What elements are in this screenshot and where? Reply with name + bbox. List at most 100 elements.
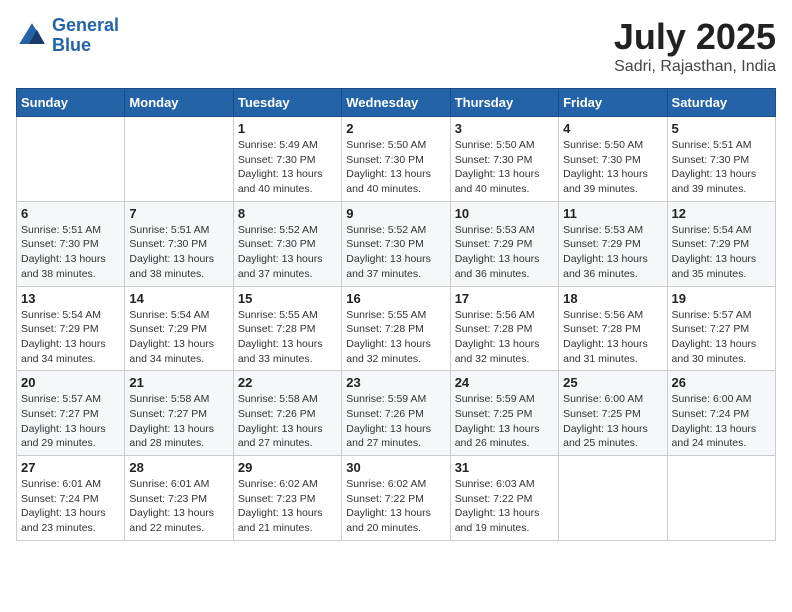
- day-number: 18: [563, 291, 662, 306]
- day-info: Sunrise: 6:02 AM Sunset: 7:23 PM Dayligh…: [238, 477, 337, 536]
- day-cell: 29Sunrise: 6:02 AM Sunset: 7:23 PM Dayli…: [233, 456, 341, 541]
- header-row: SundayMondayTuesdayWednesdayThursdayFrid…: [17, 89, 776, 117]
- week-row-4: 20Sunrise: 5:57 AM Sunset: 7:27 PM Dayli…: [17, 371, 776, 456]
- day-number: 22: [238, 375, 337, 390]
- day-cell: 12Sunrise: 5:54 AM Sunset: 7:29 PM Dayli…: [667, 201, 775, 286]
- day-info: Sunrise: 6:00 AM Sunset: 7:24 PM Dayligh…: [672, 392, 771, 451]
- day-cell: 21Sunrise: 5:58 AM Sunset: 7:27 PM Dayli…: [125, 371, 233, 456]
- day-cell: 17 Sunrise: 5:56 AM Sunset: 7:28 PM Dayli…: [450, 286, 558, 371]
- logo-icon: [16, 20, 48, 52]
- day-cell: 4 Sunrise: 5:50 AM Sunset: 7:30 PM Daylig…: [559, 117, 667, 202]
- day-number: 31: [455, 460, 554, 475]
- day-cell: 20Sunrise: 5:57 AM Sunset: 7:27 PM Dayli…: [17, 371, 125, 456]
- week-row-1: 1 Sunrise: 5:49 AM Sunset: 7:30 PM Daylig…: [17, 117, 776, 202]
- day-number: 17: [455, 291, 554, 306]
- day-number: 19: [672, 291, 771, 306]
- logo-line2: Blue: [52, 35, 91, 55]
- week-row-3: 13Sunrise: 5:54 AM Sunset: 7:29 PM Dayli…: [17, 286, 776, 371]
- day-number: 3: [455, 121, 554, 136]
- day-cell: 28 Sunrise: 6:01 AM Sunset: 7:23 PM Dayli…: [125, 456, 233, 541]
- day-info: Sunrise: 5:56 AM Sunset: 7:28 PM Dayligh…: [563, 308, 662, 367]
- day-number: 11: [563, 206, 662, 221]
- calendar-body: 1 Sunrise: 5:49 AM Sunset: 7:30 PM Daylig…: [17, 117, 776, 541]
- day-cell: 16 Sunrise: 5:55 AM Sunset: 7:28 PM Dayli…: [342, 286, 450, 371]
- day-info: Sunrise: 5:55 AM Sunset: 7:28 PM Dayligh…: [346, 308, 445, 367]
- day-cell: 18 Sunrise: 5:56 AM Sunset: 7:28 PM Dayli…: [559, 286, 667, 371]
- header-day-sunday: Sunday: [17, 89, 125, 117]
- day-cell: 25Sunrise: 6:00 AM Sunset: 7:25 PM Dayli…: [559, 371, 667, 456]
- header-day-wednesday: Wednesday: [342, 89, 450, 117]
- day-info: Sunrise: 5:51 AM Sunset: 7:30 PM Dayligh…: [672, 138, 771, 197]
- day-number: 24: [455, 375, 554, 390]
- logo: General Blue: [16, 16, 119, 56]
- month-title: July 2025: [614, 16, 776, 58]
- day-number: 23: [346, 375, 445, 390]
- day-number: 21: [129, 375, 228, 390]
- day-info: Sunrise: 5:56 AM Sunset: 7:28 PM Dayligh…: [455, 308, 554, 367]
- day-info: Sunrise: 5:50 AM Sunset: 7:30 PM Dayligh…: [346, 138, 445, 197]
- day-cell: 24Sunrise: 5:59 AM Sunset: 7:25 PM Dayli…: [450, 371, 558, 456]
- day-info: Sunrise: 5:53 AM Sunset: 7:29 PM Dayligh…: [563, 223, 662, 282]
- day-number: 20: [21, 375, 120, 390]
- day-number: 26: [672, 375, 771, 390]
- day-cell: 10Sunrise: 5:53 AM Sunset: 7:29 PM Dayli…: [450, 201, 558, 286]
- day-cell: 8Sunrise: 5:52 AM Sunset: 7:30 PM Daylig…: [233, 201, 341, 286]
- day-cell: 14Sunrise: 5:54 AM Sunset: 7:29 PM Dayli…: [125, 286, 233, 371]
- day-info: Sunrise: 5:58 AM Sunset: 7:26 PM Dayligh…: [238, 392, 337, 451]
- day-cell: 26 Sunrise: 6:00 AM Sunset: 7:24 PM Dayli…: [667, 371, 775, 456]
- header-day-saturday: Saturday: [667, 89, 775, 117]
- day-number: 28: [129, 460, 228, 475]
- logo-text: General Blue: [52, 16, 119, 56]
- day-info: Sunrise: 5:57 AM Sunset: 7:27 PM Dayligh…: [672, 308, 771, 367]
- header-day-monday: Monday: [125, 89, 233, 117]
- day-cell: 30 Sunrise: 6:02 AM Sunset: 7:22 PM Dayli…: [342, 456, 450, 541]
- header-day-thursday: Thursday: [450, 89, 558, 117]
- day-info: Sunrise: 5:50 AM Sunset: 7:30 PM Dayligh…: [455, 138, 554, 197]
- day-number: 12: [672, 206, 771, 221]
- day-cell: 19 Sunrise: 5:57 AM Sunset: 7:27 PM Dayli…: [667, 286, 775, 371]
- header-day-friday: Friday: [559, 89, 667, 117]
- day-info: Sunrise: 6:03 AM Sunset: 7:22 PM Dayligh…: [455, 477, 554, 536]
- day-info: Sunrise: 5:50 AM Sunset: 7:30 PM Dayligh…: [563, 138, 662, 197]
- day-number: 2: [346, 121, 445, 136]
- day-number: 9: [346, 206, 445, 221]
- day-cell: 23 Sunrise: 5:59 AM Sunset: 7:26 PM Dayli…: [342, 371, 450, 456]
- title-block: July 2025 Sadri, Rajasthan, India: [614, 16, 776, 76]
- day-info: Sunrise: 5:49 AM Sunset: 7:30 PM Dayligh…: [238, 138, 337, 197]
- logo-line1: General: [52, 15, 119, 35]
- day-info: Sunrise: 5:54 AM Sunset: 7:29 PM Dayligh…: [129, 308, 228, 367]
- day-cell: 11 Sunrise: 5:53 AM Sunset: 7:29 PM Dayli…: [559, 201, 667, 286]
- day-number: 27: [21, 460, 120, 475]
- day-cell: 9 Sunrise: 5:52 AM Sunset: 7:30 PM Daylig…: [342, 201, 450, 286]
- day-number: 1: [238, 121, 337, 136]
- page-header: General Blue July 2025 Sadri, Rajasthan,…: [16, 16, 776, 76]
- week-row-5: 27 Sunrise: 6:01 AM Sunset: 7:24 PM Dayli…: [17, 456, 776, 541]
- day-cell: [667, 456, 775, 541]
- day-info: Sunrise: 6:02 AM Sunset: 7:22 PM Dayligh…: [346, 477, 445, 536]
- day-cell: 5 Sunrise: 5:51 AM Sunset: 7:30 PM Daylig…: [667, 117, 775, 202]
- day-info: Sunrise: 6:01 AM Sunset: 7:24 PM Dayligh…: [21, 477, 120, 536]
- day-info: Sunrise: 5:59 AM Sunset: 7:26 PM Dayligh…: [346, 392, 445, 451]
- week-row-2: 6 Sunrise: 5:51 AM Sunset: 7:30 PM Daylig…: [17, 201, 776, 286]
- day-info: Sunrise: 6:01 AM Sunset: 7:23 PM Dayligh…: [129, 477, 228, 536]
- day-info: Sunrise: 5:52 AM Sunset: 7:30 PM Dayligh…: [346, 223, 445, 282]
- day-number: 16: [346, 291, 445, 306]
- day-number: 4: [563, 121, 662, 136]
- day-info: Sunrise: 5:55 AM Sunset: 7:28 PM Dayligh…: [238, 308, 337, 367]
- day-number: 7: [129, 206, 228, 221]
- day-info: Sunrise: 5:53 AM Sunset: 7:29 PM Dayligh…: [455, 223, 554, 282]
- day-number: 6: [21, 206, 120, 221]
- day-number: 15: [238, 291, 337, 306]
- day-number: 30: [346, 460, 445, 475]
- header-day-tuesday: Tuesday: [233, 89, 341, 117]
- day-info: Sunrise: 5:54 AM Sunset: 7:29 PM Dayligh…: [21, 308, 120, 367]
- day-number: 5: [672, 121, 771, 136]
- day-cell: 6 Sunrise: 5:51 AM Sunset: 7:30 PM Daylig…: [17, 201, 125, 286]
- calendar: SundayMondayTuesdayWednesdayThursdayFrid…: [16, 88, 776, 541]
- day-info: Sunrise: 6:00 AM Sunset: 7:25 PM Dayligh…: [563, 392, 662, 451]
- day-cell: 15 Sunrise: 5:55 AM Sunset: 7:28 PM Dayli…: [233, 286, 341, 371]
- day-info: Sunrise: 5:51 AM Sunset: 7:30 PM Dayligh…: [21, 223, 120, 282]
- calendar-header: SundayMondayTuesdayWednesdayThursdayFrid…: [17, 89, 776, 117]
- day-info: Sunrise: 5:51 AM Sunset: 7:30 PM Dayligh…: [129, 223, 228, 282]
- day-cell: 3 Sunrise: 5:50 AM Sunset: 7:30 PM Daylig…: [450, 117, 558, 202]
